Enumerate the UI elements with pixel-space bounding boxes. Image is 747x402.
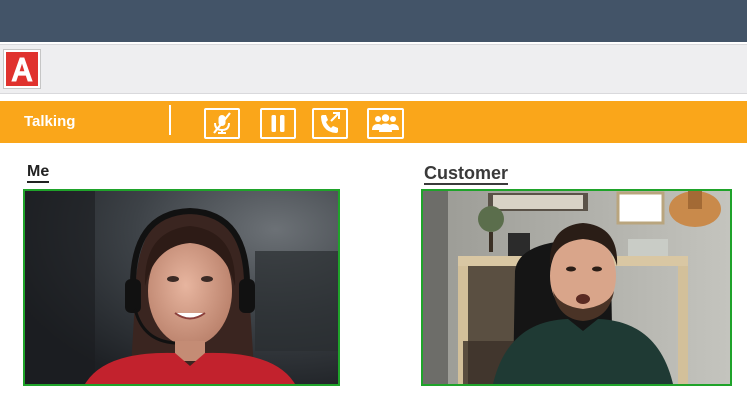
group-icon (372, 114, 399, 132)
pause-icon (271, 115, 285, 132)
window-top-strip (0, 0, 747, 42)
call-bar-divider (169, 105, 171, 135)
customer-video-feed (421, 189, 732, 386)
call-status-label: Talking (24, 113, 76, 130)
conference-button[interactable] (367, 108, 404, 139)
mute-button[interactable] (204, 108, 240, 139)
logo-a-icon (11, 57, 33, 82)
app-logo (4, 50, 40, 88)
app-header (0, 44, 747, 94)
hold-button[interactable] (260, 108, 296, 139)
customer-webcam-image (423, 191, 730, 384)
transfer-button[interactable] (312, 108, 348, 139)
customer-panel-label: Customer (424, 163, 509, 185)
me-video-feed (23, 189, 340, 386)
phone-forward-icon (321, 112, 340, 133)
me-panel-label: Me (27, 163, 50, 183)
mic-off-icon (213, 112, 231, 134)
agent-webcam-image (25, 191, 338, 384)
